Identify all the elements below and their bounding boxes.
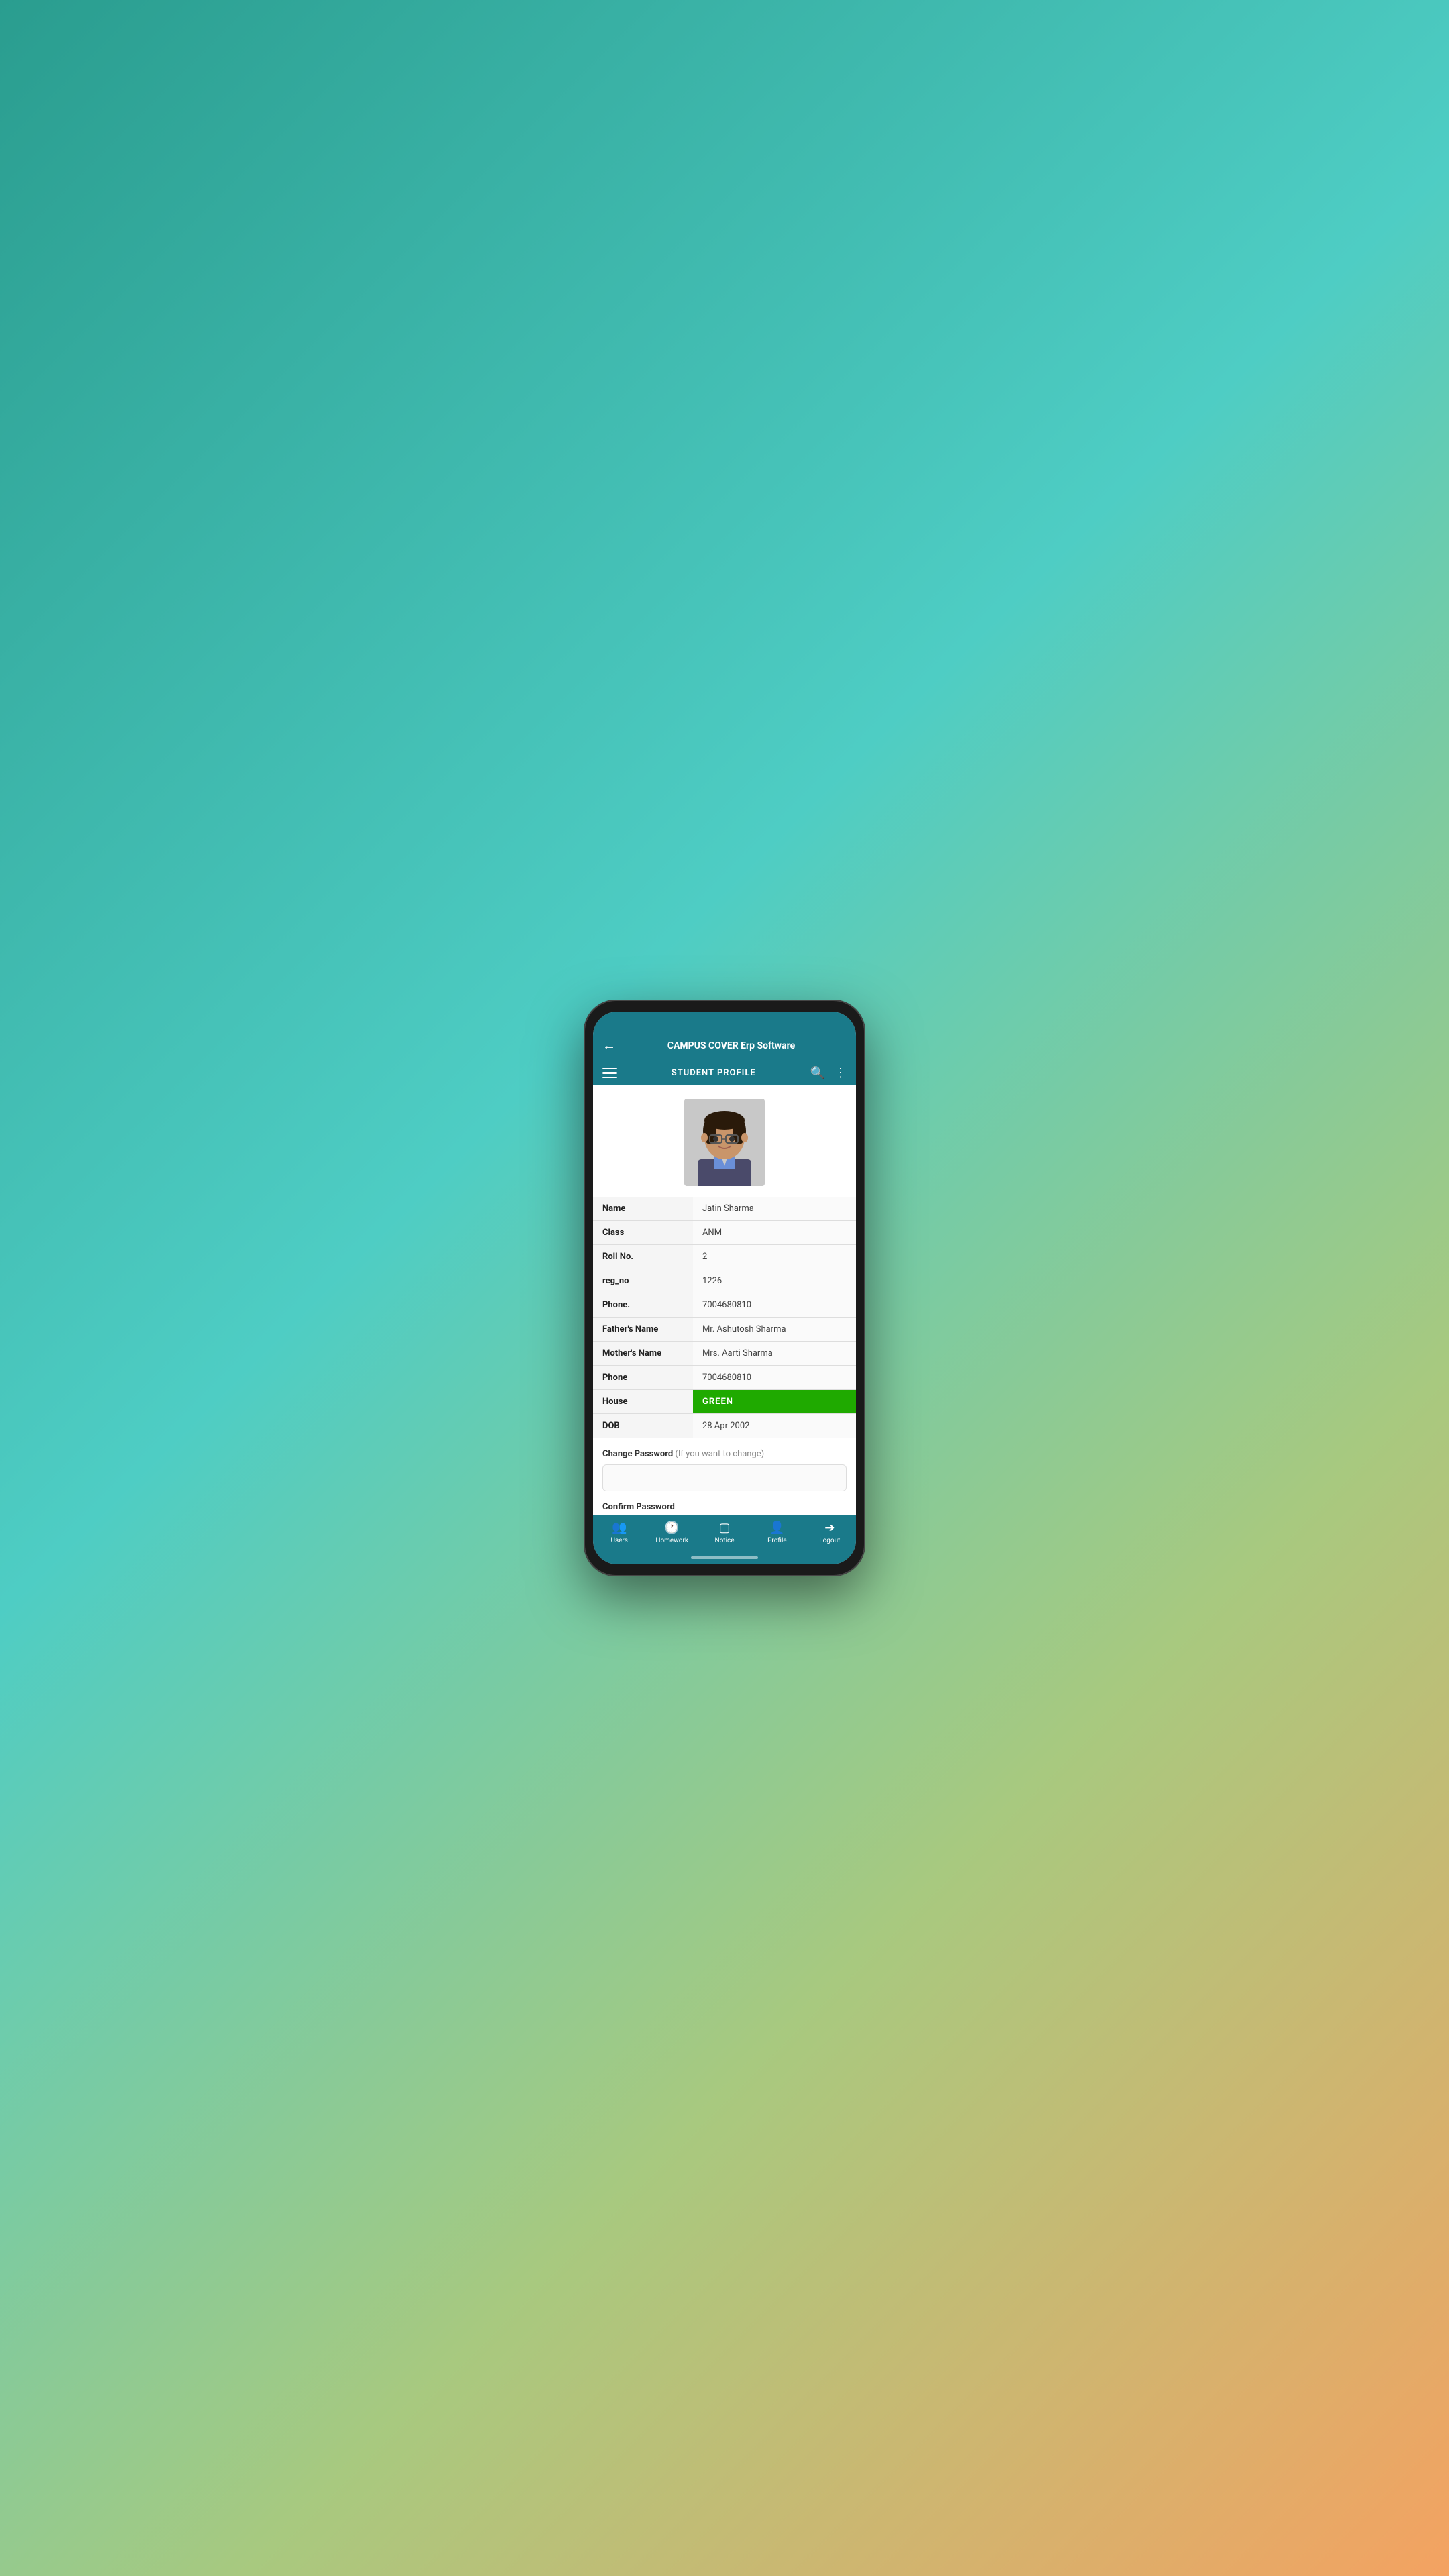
- name-value: Jatin Sharma: [693, 1197, 856, 1221]
- home-bar: [691, 1556, 758, 1559]
- change-password-input[interactable]: [602, 1464, 847, 1491]
- logout-icon: ➔: [824, 1521, 835, 1535]
- notice-label: Notice: [714, 1537, 734, 1544]
- house-value: GREEN: [693, 1390, 856, 1414]
- roll-row: Roll No. 2: [593, 1245, 856, 1269]
- phone-row: Phone. 7004680810: [593, 1293, 856, 1318]
- roll-value: 2: [693, 1245, 856, 1269]
- menu-button[interactable]: [602, 1068, 617, 1079]
- nav-users[interactable]: 👥 Users: [593, 1521, 645, 1544]
- name-row: Name Jatin Sharma: [593, 1197, 856, 1221]
- back-button[interactable]: ←: [602, 1037, 616, 1054]
- student-info-table: Name Jatin Sharma Class ANM Roll No. 2 r…: [593, 1197, 856, 1438]
- toolbar: STUDENT PROFILE 🔍 ⋮: [593, 1061, 856, 1085]
- phone-value: 7004680810: [693, 1293, 856, 1318]
- student-avatar: [684, 1099, 765, 1186]
- mother-value: Mrs. Aarti Sharma: [693, 1342, 856, 1366]
- avatar-section: [593, 1085, 856, 1197]
- reg-label: reg_no: [593, 1269, 693, 1293]
- search-icon[interactable]: 🔍: [810, 1066, 825, 1080]
- password-hint: (If you want to change): [675, 1449, 764, 1459]
- name-label: Name: [593, 1197, 693, 1221]
- father-row: Father's Name Mr. Ashutosh Sharma: [593, 1318, 856, 1342]
- confirm-label: Confirm Password: [602, 1502, 847, 1512]
- confirm-section: Confirm Password: [593, 1497, 856, 1515]
- class-value: ANM: [693, 1221, 856, 1245]
- users-label: Users: [610, 1537, 628, 1544]
- father-value: Mr. Ashutosh Sharma: [693, 1318, 856, 1342]
- bottom-navigation: 👥 Users 🕐 Homework ▢ Notice 👤 Profile ➔ …: [593, 1515, 856, 1551]
- phone2-row: Phone 7004680810: [593, 1366, 856, 1390]
- nav-logout[interactable]: ➔ Logout: [804, 1521, 856, 1544]
- dob-row: DOB 28 Apr 2002: [593, 1414, 856, 1438]
- nav-profile[interactable]: 👤 Profile: [751, 1521, 803, 1544]
- house-row: House GREEN: [593, 1390, 856, 1414]
- phone-screen: ← CAMPUS COVER Erp Software STUDENT PROF…: [593, 1012, 856, 1564]
- more-options-icon[interactable]: ⋮: [835, 1066, 847, 1080]
- status-bar: [593, 1012, 856, 1030]
- home-indicator: [593, 1551, 856, 1564]
- users-icon: 👥: [612, 1521, 627, 1535]
- homework-label: Homework: [655, 1537, 688, 1544]
- house-label: House: [593, 1390, 693, 1414]
- reg-row: reg_no 1226: [593, 1269, 856, 1293]
- class-row: Class ANM: [593, 1221, 856, 1245]
- class-label: Class: [593, 1221, 693, 1245]
- content-area: Name Jatin Sharma Class ANM Roll No. 2 r…: [593, 1085, 856, 1515]
- logout-label: Logout: [819, 1537, 840, 1544]
- nav-homework[interactable]: 🕐 Homework: [645, 1521, 698, 1544]
- dob-label: DOB: [593, 1414, 693, 1438]
- screen-title: STUDENT PROFILE: [617, 1068, 810, 1078]
- notice-icon: ▢: [719, 1521, 731, 1535]
- reg-value: 1226: [693, 1269, 856, 1293]
- dob-value: 28 Apr 2002: [693, 1414, 856, 1438]
- toolbar-icons: 🔍 ⋮: [810, 1066, 847, 1080]
- password-label: Change Password (If you want to change): [602, 1449, 847, 1459]
- phone2-value: 7004680810: [693, 1366, 856, 1390]
- mother-row: Mother's Name Mrs. Aarti Sharma: [593, 1342, 856, 1366]
- phone-frame: ← CAMPUS COVER Erp Software STUDENT PROF…: [584, 1000, 865, 1576]
- mother-label: Mother's Name: [593, 1342, 693, 1366]
- roll-label: Roll No.: [593, 1245, 693, 1269]
- phone2-label: Phone: [593, 1366, 693, 1390]
- app-title: CAMPUS COVER Erp Software: [616, 1040, 847, 1051]
- homework-icon: 🕐: [664, 1521, 679, 1535]
- phone-label: Phone.: [593, 1293, 693, 1318]
- app-header: ← CAMPUS COVER Erp Software: [593, 1030, 856, 1061]
- profile-label: Profile: [767, 1537, 787, 1544]
- profile-icon: 👤: [769, 1521, 784, 1535]
- password-section: Change Password (If you want to change): [593, 1438, 856, 1497]
- father-label: Father's Name: [593, 1318, 693, 1342]
- nav-notice[interactable]: ▢ Notice: [698, 1521, 751, 1544]
